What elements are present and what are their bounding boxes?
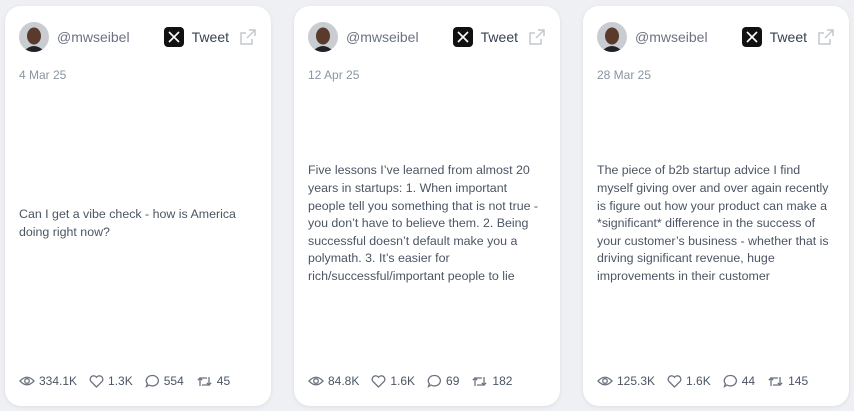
replies-stat[interactable]: 44: [723, 374, 755, 388]
likes-count: 1.6K: [390, 374, 416, 388]
retweets-stat[interactable]: 45: [196, 374, 230, 388]
views-stat: 334.1K: [19, 374, 77, 388]
eye-icon: [19, 376, 35, 386]
tweet-card-header: @mwseibel Tweet: [308, 22, 546, 52]
external-link-icon[interactable]: [528, 28, 546, 46]
x-logo-icon: [452, 27, 473, 47]
tweet-stats: 334.1K 1.3K 554 45: [19, 373, 257, 389]
retweets-stat[interactable]: 182: [471, 374, 512, 388]
eye-icon: [597, 376, 613, 386]
heart-icon: [89, 374, 104, 388]
avatar[interactable]: [19, 22, 49, 52]
tweet-date: 4 Mar 25: [19, 68, 67, 82]
views-count: 84.8K: [328, 374, 360, 388]
tweet-card[interactable]: @mwseibel Tweet 12 Apr 25 Five lessons I…: [294, 6, 560, 406]
likes-count: 1.3K: [108, 374, 133, 388]
tweet-link-label[interactable]: Tweet: [481, 29, 518, 45]
eye-icon: [308, 376, 324, 386]
external-link-icon[interactable]: [817, 28, 835, 46]
replies-count: 69: [446, 374, 460, 388]
tweet-card-header: @mwseibel Tweet: [597, 22, 835, 52]
likes-stat[interactable]: 1.3K: [89, 374, 133, 388]
tweet-stats: 84.8K 1.6K 69 182: [308, 373, 546, 389]
views-stat: 125.3K: [597, 374, 655, 388]
likes-stat[interactable]: 1.6K: [371, 374, 415, 388]
tweet-card[interactable]: @mwseibel Tweet 4 Mar 25 Can I get a vib…: [5, 6, 271, 406]
tweet-body: Five lessons I’ve learned from almost 20…: [308, 90, 546, 358]
author-handle[interactable]: @mwseibel: [635, 29, 742, 45]
x-logo-icon: [741, 27, 762, 47]
author-handle[interactable]: @mwseibel: [346, 29, 453, 45]
views-count: 125.3K: [617, 374, 656, 388]
tweet-stats: 125.3K 1.6K 44 145: [597, 373, 835, 389]
retweet-icon: [197, 376, 212, 386]
retweets-count: 182: [492, 374, 513, 388]
tweet-card-header: @mwseibel Tweet: [19, 22, 257, 52]
replies-stat[interactable]: 554: [145, 374, 184, 388]
x-logo-icon: [163, 27, 184, 47]
views-count: 334.1K: [39, 374, 78, 388]
replies-count: 554: [163, 374, 184, 388]
likes-count: 1.6K: [686, 374, 711, 388]
tweet-body: The piece of b2b startup advice I find m…: [597, 90, 835, 358]
likes-stat[interactable]: 1.6K: [667, 374, 711, 388]
retweet-icon: [472, 376, 488, 386]
heart-icon: [371, 374, 386, 388]
comment-icon: [145, 374, 159, 388]
avatar[interactable]: [308, 22, 338, 52]
author-handle[interactable]: @mwseibel: [57, 29, 164, 45]
comment-icon: [427, 374, 442, 388]
tweet-link-label[interactable]: Tweet: [770, 29, 807, 45]
tweet-body: Can I get a vibe check - how is America …: [19, 90, 257, 358]
views-stat: 84.8K: [308, 374, 359, 388]
tweet-date: 12 Apr 25: [308, 68, 360, 82]
tweet-link-label[interactable]: Tweet: [192, 29, 229, 45]
retweets-stat[interactable]: 145: [767, 374, 808, 388]
retweets-count: 145: [788, 374, 809, 388]
replies-count: 44: [741, 374, 756, 388]
retweets-count: 45: [216, 374, 231, 388]
tweet-text: Five lessons I’ve learned from almost 20…: [308, 163, 539, 283]
tweet-text: Can I get a vibe check - how is America …: [19, 207, 236, 239]
tweet-date: 28 Mar 25: [597, 68, 652, 82]
avatar[interactable]: [597, 22, 627, 52]
retweet-icon: [768, 376, 783, 386]
tweet-text: The piece of b2b startup advice I find m…: [597, 163, 829, 283]
replies-stat[interactable]: 69: [427, 374, 459, 388]
heart-icon: [667, 374, 682, 388]
external-link-icon[interactable]: [239, 28, 257, 46]
comment-icon: [723, 374, 737, 388]
tweet-card[interactable]: @mwseibel Tweet 28 Mar 25 The piece of b…: [583, 6, 849, 406]
